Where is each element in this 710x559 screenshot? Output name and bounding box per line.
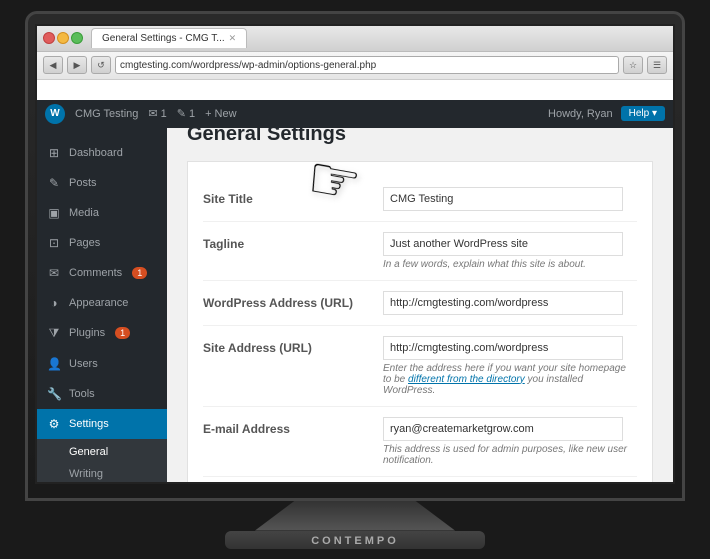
sidebar-label-settings: Settings (69, 418, 109, 430)
sidebar-label-plugins: Plugins (69, 327, 105, 339)
form-row-site-title: Site Title (203, 177, 637, 222)
hint-tagline: In a few words, explain what this site i… (383, 259, 637, 270)
sidebar-item-comments[interactable]: ✉ Comments 1 (37, 258, 167, 288)
browser-toolbar: ◀ ▶ ↺ cmgtesting.com/wordpress/wp-admin/… (37, 52, 673, 80)
different-link[interactable]: different from the directory (408, 374, 525, 385)
win-min[interactable] (57, 32, 69, 44)
tab-close-icon[interactable]: ✕ (229, 33, 237, 44)
form-row-site-address: Site Address (URL) Enter the address her… (203, 326, 637, 407)
sidebar-item-settings[interactable]: ⚙ Settings (37, 409, 167, 439)
monitor-bottom: CONTEMPO (225, 501, 485, 549)
sidebar-item-users[interactable]: 👤 Users (37, 349, 167, 379)
reload-button[interactable]: ↺ (91, 56, 111, 74)
input-email[interactable] (383, 417, 623, 441)
wp-body: W CMG Testing ✉ 1 ✎ 1 + New Howdy, Ryan … (37, 108, 673, 484)
sidebar-item-pages[interactable]: ⊡ Pages (37, 228, 167, 258)
win-close[interactable] (43, 32, 55, 44)
tab-title: General Settings - CMG T... (102, 33, 225, 44)
monitor-screen: General Settings - CMG T... ✕ ◀ ▶ ↺ cmgt… (35, 24, 675, 484)
sidebar-label-appearance: Appearance (69, 297, 128, 309)
label-tagline: Tagline (203, 232, 363, 251)
monitor-outer: General Settings - CMG T... ✕ ◀ ▶ ↺ cmgt… (25, 11, 685, 501)
admin-bar: W CMG Testing ✉ 1 ✎ 1 + New Howdy, Ryan … (37, 108, 673, 128)
input-site-title[interactable] (383, 187, 623, 211)
sidebar-item-tools[interactable]: 🔧 Tools (37, 379, 167, 409)
comments-badge: 1 (132, 267, 147, 279)
admin-bar-site: CMG Testing (75, 108, 138, 120)
dashboard-icon: ⊞ (47, 146, 61, 160)
form-row-membership: Membership Anyone can register (203, 477, 637, 484)
sidebar-label-media: Media (69, 207, 99, 219)
back-button[interactable]: ◀ (43, 56, 63, 74)
sidebar-label-dashboard: Dashboard (69, 147, 123, 159)
field-email: This address is used for admin purposes,… (383, 417, 637, 466)
field-site-title (383, 187, 637, 211)
sidebar-item-media[interactable]: ▣ Media (37, 198, 167, 228)
form-row-wp-address: WordPress Address (URL) (203, 281, 637, 326)
input-tagline[interactable] (383, 232, 623, 256)
field-site-address: Enter the address here if you want your … (383, 336, 637, 396)
sidebar-label-comments: Comments (69, 267, 122, 279)
submenu-general[interactable]: General (37, 441, 167, 463)
field-tagline: In a few words, explain what this site i… (383, 232, 637, 270)
sidebar-item-posts[interactable]: ✎ Posts (37, 168, 167, 198)
submenu-writing[interactable]: Writing (37, 463, 167, 484)
howdy-text: Howdy, Ryan (548, 108, 613, 120)
label-email: E-mail Address (203, 417, 363, 436)
hint-site-address: Enter the address here if you want your … (383, 363, 637, 396)
monitor-stand (255, 501, 455, 531)
form-row-email: E-mail Address This address is used for … (203, 407, 637, 477)
browser-tab[interactable]: General Settings - CMG T... ✕ (91, 28, 247, 48)
label-wp-address: WordPress Address (URL) (203, 291, 363, 310)
sidebar: ⊞ Dashboard ✎ Posts ▣ Media ⊡ Pages (37, 108, 167, 484)
star-icon[interactable]: ☆ (623, 56, 643, 74)
wp-logo[interactable]: W (45, 108, 65, 124)
sidebar-label-posts: Posts (69, 177, 97, 189)
plugins-badge: 1 (115, 327, 130, 339)
field-wp-address (383, 291, 637, 315)
input-wp-address[interactable] (383, 291, 623, 315)
settings-submenu: General Writing Reading Discussion Media (37, 439, 167, 484)
admin-bar-posts: ✎ 1 (177, 108, 195, 121)
win-max[interactable] (71, 32, 83, 44)
address-bar[interactable]: cmgtesting.com/wordpress/wp-admin/option… (115, 56, 619, 74)
settings-icon: ⚙ (47, 417, 61, 431)
tools-icon: 🔧 (47, 387, 61, 401)
comments-icon: ✉ (47, 266, 61, 280)
label-site-title: Site Title (203, 187, 363, 206)
input-site-address[interactable] (383, 336, 623, 360)
address-text: cmgtesting.com/wordpress/wp-admin/option… (120, 60, 376, 71)
sidebar-item-plugins[interactable]: ⧩ Plugins 1 (37, 318, 167, 349)
users-icon: 👤 (47, 357, 61, 371)
menu-icon[interactable]: ☰ (647, 56, 667, 74)
sidebar-item-appearance[interactable]: ◑ Appearance (37, 288, 167, 318)
posts-icon: ✎ (47, 176, 61, 190)
hint-email: This address is used for admin purposes,… (383, 444, 637, 466)
plugins-icon: ⧩ (47, 326, 61, 341)
browser-titlebar: General Settings - CMG T... ✕ (37, 26, 673, 52)
forward-button[interactable]: ▶ (67, 56, 87, 74)
sidebar-label-tools: Tools (69, 388, 95, 400)
form-row-tagline: Tagline In a few words, explain what thi… (203, 222, 637, 281)
appearance-icon: ◑ (47, 296, 61, 310)
media-icon: ▣ (47, 206, 61, 220)
admin-bar-comments: ✉ 1 (148, 108, 166, 121)
pages-icon: ⊡ (47, 236, 61, 250)
main-content: General Settings Site Title Tagline (167, 108, 673, 484)
sidebar-label-users: Users (69, 358, 98, 370)
sidebar-item-dashboard[interactable]: ⊞ Dashboard (37, 138, 167, 168)
label-site-address: Site Address (URL) (203, 336, 363, 355)
admin-bar-right: Howdy, Ryan Help ▾ (548, 108, 665, 122)
help-button[interactable]: Help ▾ (621, 108, 665, 122)
sidebar-label-pages: Pages (69, 237, 100, 249)
monitor-label: CONTEMPO (311, 535, 399, 547)
settings-form: Site Title Tagline In a few words, expla… (187, 161, 653, 484)
admin-bar-new[interactable]: + New (205, 108, 237, 120)
